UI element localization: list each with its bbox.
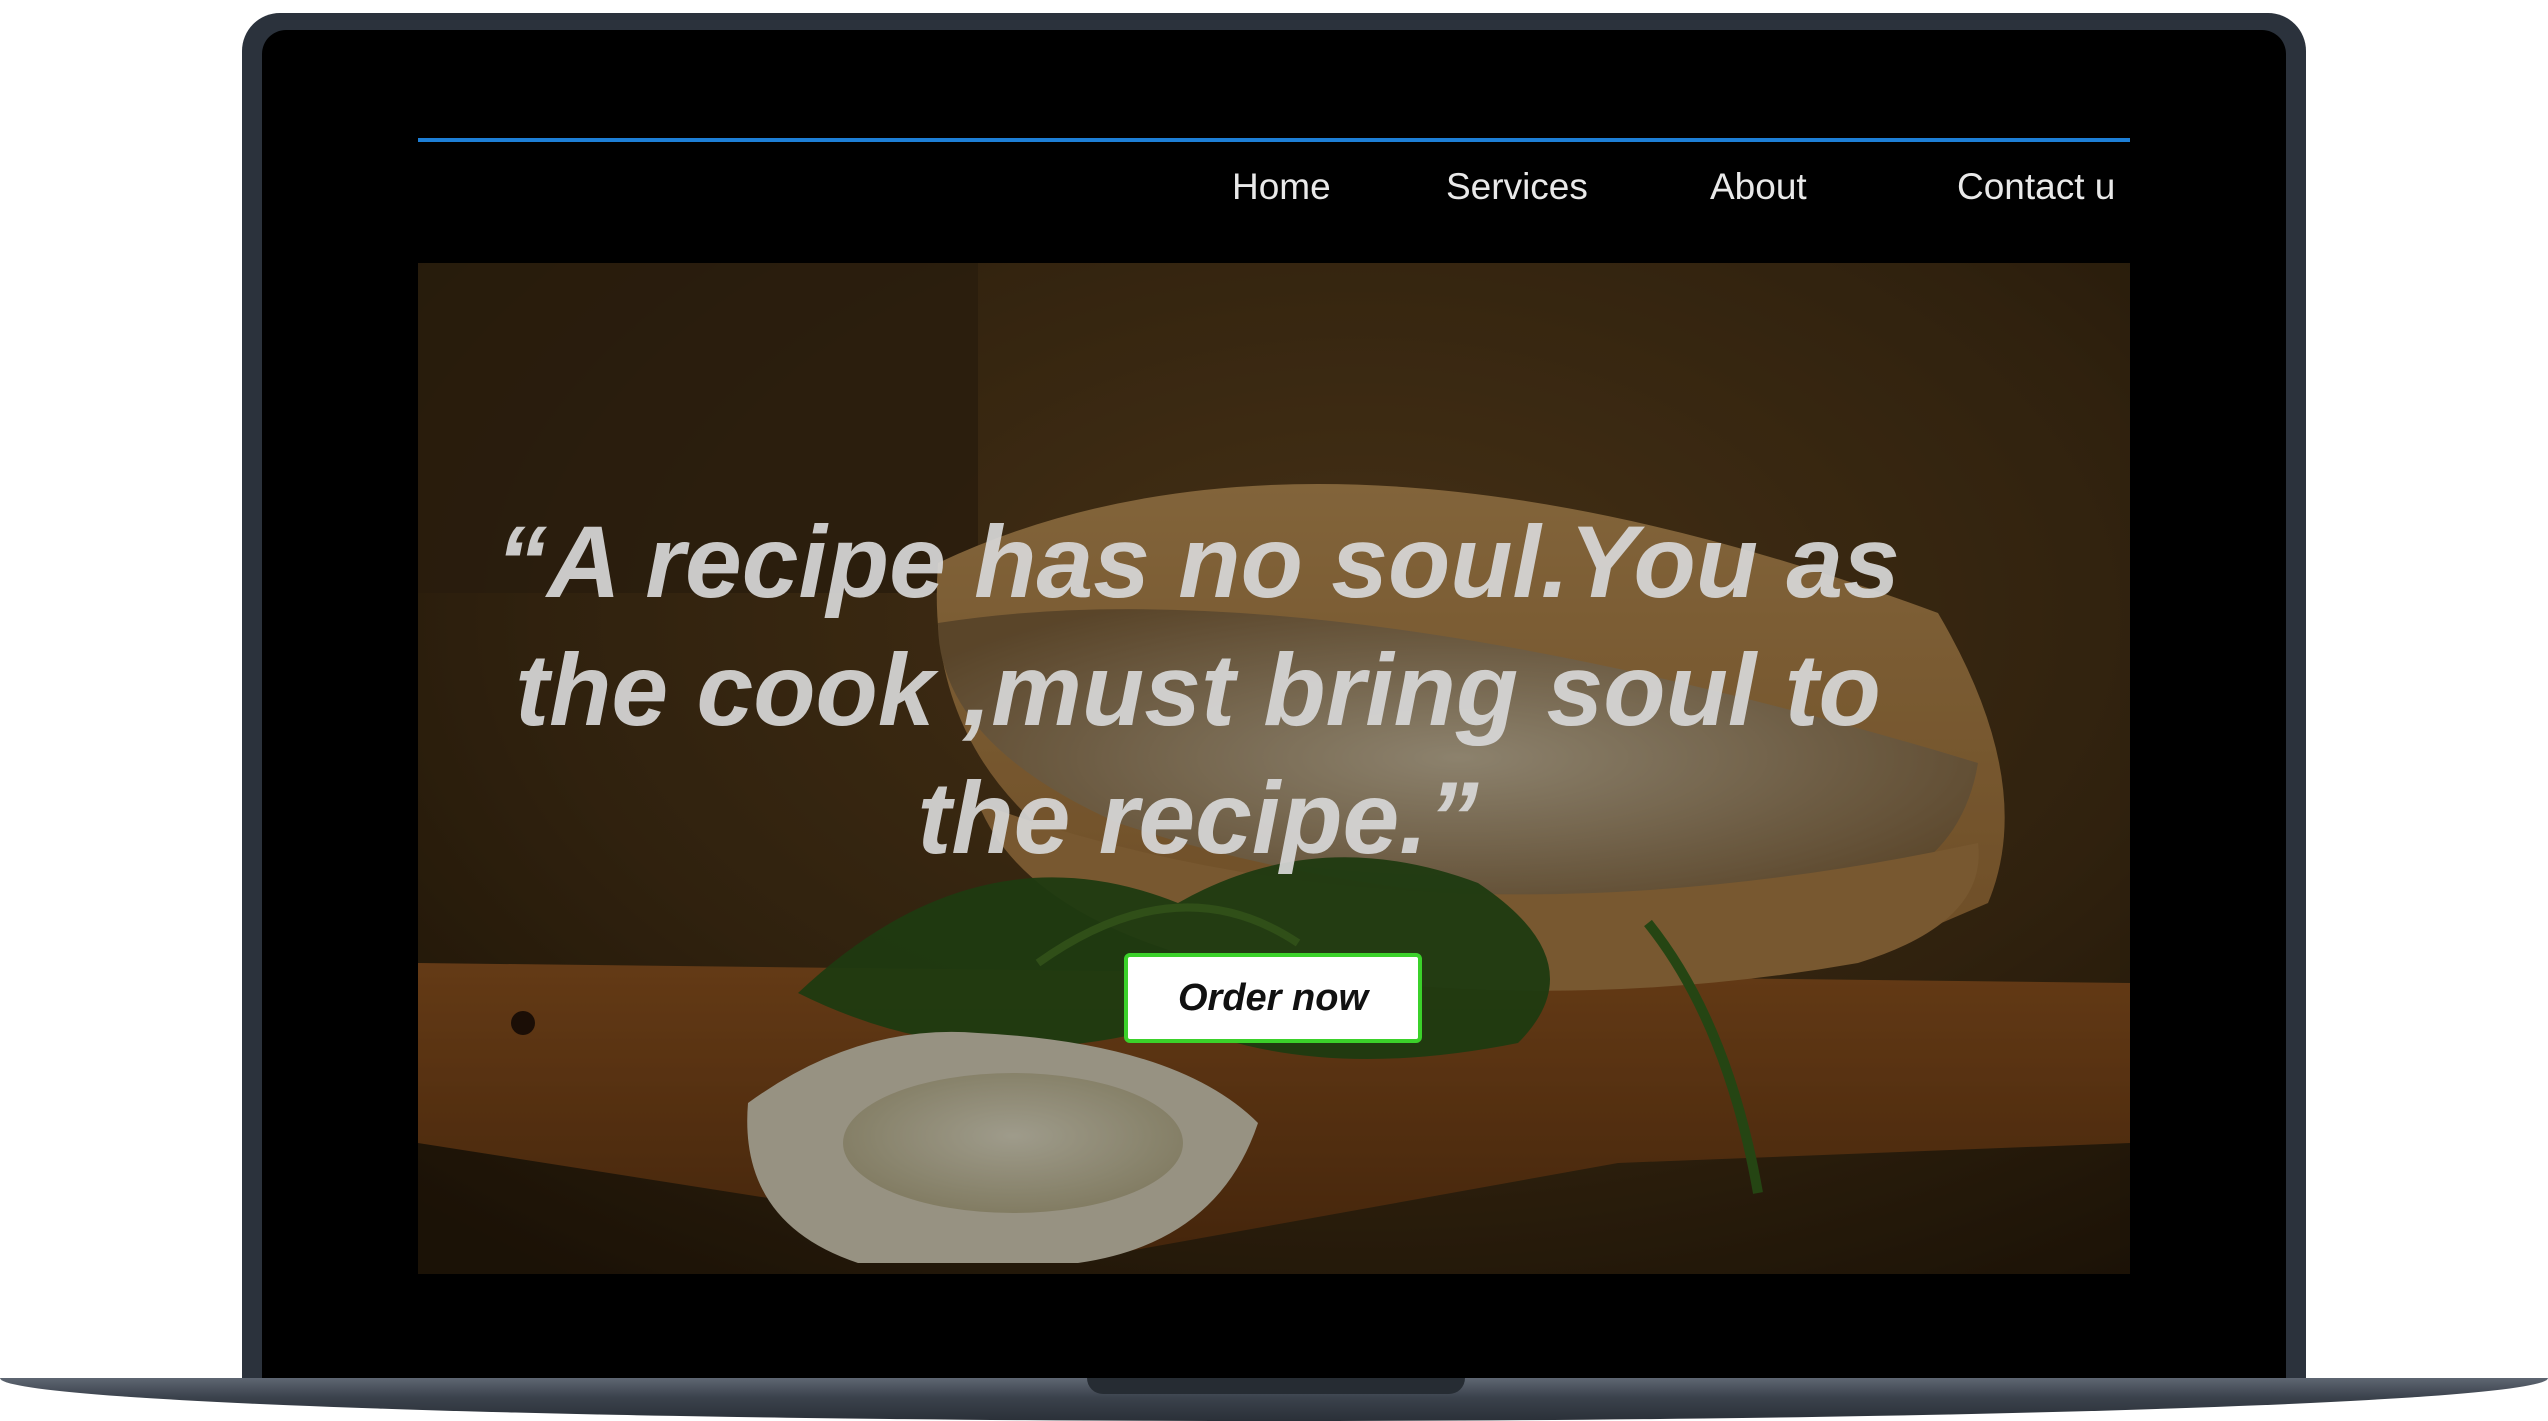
laptop-base-notch (1087, 1378, 1465, 1394)
order-now-button[interactable]: Order now (1124, 953, 1422, 1043)
nav-link-about[interactable]: About (1710, 166, 1807, 208)
nav-link-contact[interactable]: Contact u (1957, 166, 2115, 208)
website-page: Home Services About Contact u “A recipe … (418, 138, 2130, 1274)
main-nav: Home Services About Contact u (418, 142, 2130, 264)
nav-link-home[interactable]: Home (1232, 166, 1331, 208)
hero-quote: “A recipe has no soul.You as the cook ,m… (496, 505, 1900, 875)
laptop-mockup: Home Services About Contact u “A recipe … (0, 0, 2548, 1421)
hero-section: “A recipe has no soul.You as the cook ,m… (418, 263, 2130, 1274)
nav-link-services[interactable]: Services (1446, 166, 1588, 208)
